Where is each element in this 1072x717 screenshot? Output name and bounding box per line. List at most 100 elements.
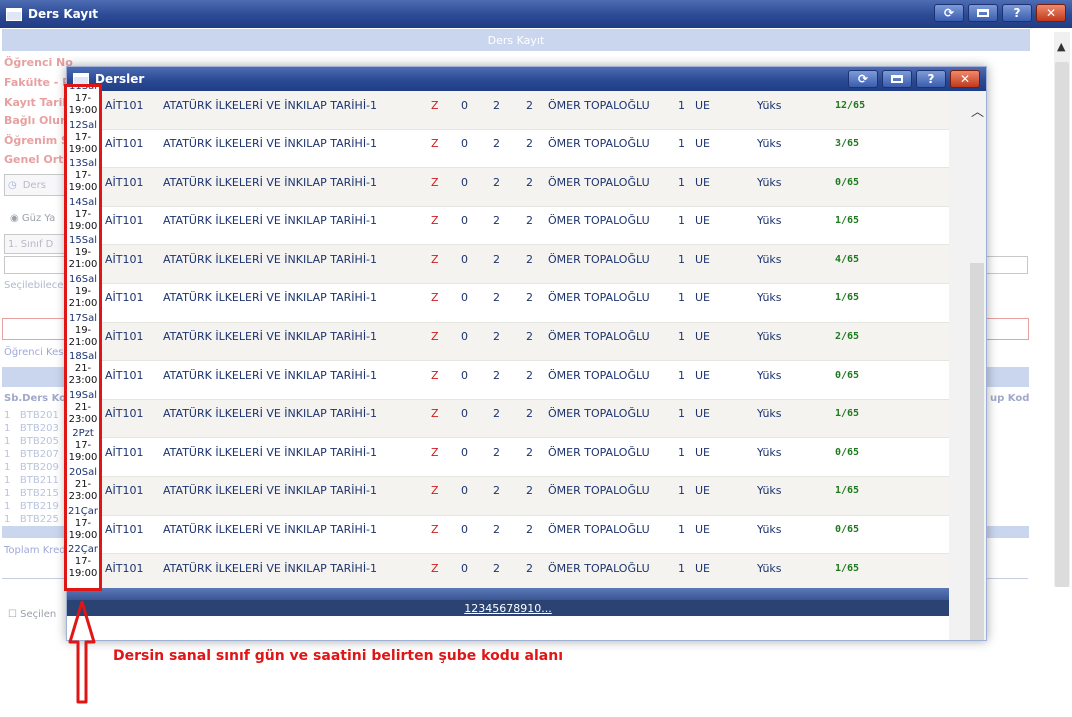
course-sinif: 1 bbox=[678, 137, 685, 151]
course-capacity: 4/65 bbox=[835, 253, 860, 265]
shube-time: 19:00 bbox=[68, 105, 98, 116]
course-z: Z bbox=[431, 98, 439, 112]
dialog-help-button[interactable]: ? bbox=[916, 70, 946, 88]
outer-scrollbar-thumb[interactable] bbox=[1055, 62, 1069, 587]
course-sinif: 1 bbox=[678, 484, 685, 498]
course-list-row[interactable]: 1 BTB219 bbox=[4, 501, 59, 512]
sinif-button[interactable]: 1. Sınıf D bbox=[4, 234, 66, 254]
ders-button[interactable]: ◷ Ders bbox=[4, 174, 66, 196]
course-theory: 0 bbox=[461, 214, 468, 228]
table-row[interactable]: AİT101 ATATÜRK İLKELERİ VE İNKILAP TARİHİ… bbox=[67, 322, 949, 362]
course-credit: 2 bbox=[493, 330, 500, 344]
course-type: Yüks bbox=[757, 484, 782, 498]
table-row[interactable]: AİT101 ATATÜRK İLKELERİ VE İNKILAP TARİHİ… bbox=[67, 168, 949, 207]
table-row[interactable]: AİT101 ATATÜRK İLKELERİ VE İNKILAP TARİHİ… bbox=[67, 399, 949, 439]
pager-page-link[interactable]: 2 bbox=[471, 602, 478, 615]
message-box-right bbox=[985, 318, 1029, 340]
pager-page-link[interactable]: 1 bbox=[464, 602, 471, 615]
secilen-checkbox[interactable]: ☐ Seçilen bbox=[8, 609, 56, 620]
course-capacity: 1/65 bbox=[835, 408, 860, 420]
shube-time: 23:00 bbox=[68, 413, 98, 425]
pager-page-link[interactable]: 6 bbox=[499, 602, 506, 615]
table-row[interactable]: AİT101 ATATÜRK İLKELERİ VE İNKILAP TARİHİ… bbox=[67, 129, 949, 169]
pager-page-link[interactable]: 7 bbox=[506, 602, 513, 615]
guz-radio[interactable]: ◉ Güz Ya bbox=[10, 213, 55, 224]
refresh-button[interactable]: ⟳ bbox=[934, 4, 964, 22]
list-header-bar-right bbox=[985, 367, 1029, 387]
chevron-up-icon[interactable]: ▲ bbox=[1057, 40, 1065, 53]
pager-page-link[interactable]: 9 bbox=[520, 602, 527, 615]
shube-code-cell: 11Sal 17- 19:00 bbox=[67, 87, 99, 120]
shube-time: 21:00 bbox=[68, 336, 98, 348]
table-row[interactable]: AİT101 ATATÜRK İLKELERİ VE İNKILAP TARİHİ… bbox=[67, 245, 949, 284]
course-list-row[interactable]: 1 BTB211 bbox=[4, 475, 59, 486]
course-list-row[interactable]: 1 BTB225 bbox=[4, 514, 59, 525]
course-ue: UE bbox=[695, 252, 711, 266]
pager-page-link[interactable]: 4 bbox=[485, 602, 492, 615]
chevron-up-icon[interactable]: ︿ bbox=[971, 101, 984, 120]
message-box bbox=[2, 318, 66, 340]
shube-time: 21:00 bbox=[68, 297, 98, 309]
pager-page-link[interactable]: 5 bbox=[492, 602, 499, 615]
help-button[interactable]: ? bbox=[1002, 4, 1032, 22]
course-list-row[interactable]: 1 BTB215 bbox=[4, 488, 59, 499]
course-ue: UE bbox=[695, 523, 711, 537]
course-theory: 0 bbox=[461, 484, 468, 498]
filter-input[interactable] bbox=[4, 256, 66, 274]
course-credit: 2 bbox=[493, 561, 500, 575]
pager-page-link[interactable]: 8 bbox=[513, 602, 520, 615]
course-code: AİT101 bbox=[105, 137, 144, 151]
course-type: Yüks bbox=[757, 252, 782, 266]
filter-input-right[interactable] bbox=[985, 256, 1028, 274]
dialog-scrollbar[interactable]: ︿ bbox=[949, 91, 986, 640]
shube-time: 21:00 bbox=[68, 259, 98, 271]
table-row[interactable]: AİT101 ATATÜRK İLKELERİ VE İNKILAP TARİHİ… bbox=[67, 515, 949, 555]
shube-time: 23:00 bbox=[68, 490, 98, 502]
maximize-button[interactable] bbox=[968, 4, 998, 22]
course-list-row[interactable]: 1 BTB205 bbox=[4, 436, 59, 447]
course-z: Z bbox=[431, 561, 439, 575]
course-list-row[interactable]: 1 BTB201 bbox=[4, 410, 59, 421]
shube-code-column: 11Sal 17- 19:00 12Sal 17- 19:00 13Sal 17- 19:00 1… bbox=[67, 87, 99, 583]
label-genel-ortalama: Genel Orta bbox=[4, 153, 71, 166]
course-table: AİT101 ATATÜRK İLKELERİ VE İNKILAP TARİHİ… bbox=[67, 91, 949, 593]
secilebilecek-label: Seçilebilece bbox=[4, 280, 64, 291]
shube-time: 17- bbox=[74, 440, 92, 452]
course-ects: 2 bbox=[526, 368, 533, 382]
course-capacity: 2/65 bbox=[835, 331, 860, 343]
course-theory: 0 bbox=[461, 523, 468, 537]
dialog-refresh-button[interactable]: ⟳ bbox=[848, 70, 878, 88]
up-arrow-icon bbox=[68, 600, 96, 704]
dialog-close-button[interactable]: ✕ bbox=[950, 70, 980, 88]
course-teacher: ÖMER TOPALOĞLU bbox=[548, 523, 650, 537]
course-list-row[interactable]: 1 BTB207 bbox=[4, 449, 59, 460]
table-row[interactable]: AİT101 ATATÜRK İLKELERİ VE İNKILAP TARİHİ… bbox=[67, 206, 949, 246]
pager-page-link[interactable]: 3 bbox=[478, 602, 485, 615]
course-ects: 2 bbox=[526, 561, 533, 575]
table-row[interactable]: AİT101 ATATÜRK İLKELERİ VE İNKILAP TARİHİ… bbox=[67, 476, 949, 516]
course-list-row[interactable]: 1 BTB209 bbox=[4, 462, 59, 473]
course-name: ATATÜRK İLKELERİ VE İNKILAP TARİHİ-1 bbox=[163, 175, 378, 189]
course-capacity: 0/65 bbox=[835, 524, 860, 536]
pager-page-link[interactable]: ... bbox=[541, 602, 552, 615]
dialog-scrollbar-thumb[interactable] bbox=[970, 263, 984, 640]
close-button[interactable]: ✕ bbox=[1036, 4, 1066, 22]
table-row[interactable]: AİT101 ATATÜRK İLKELERİ VE İNKILAP TARİHİ… bbox=[67, 283, 949, 323]
pager-page-link[interactable]: 10 bbox=[527, 602, 541, 615]
course-theory: 0 bbox=[461, 291, 468, 305]
table-row[interactable]: AİT101 ATATÜRK İLKELERİ VE İNKILAP TARİHİ… bbox=[67, 554, 949, 593]
dialog-maximize-button[interactable] bbox=[882, 70, 912, 88]
shube-time: 19- bbox=[74, 285, 92, 297]
course-type: Yüks bbox=[757, 214, 782, 228]
course-theory: 0 bbox=[461, 330, 468, 344]
outer-scrollbar[interactable]: ▲ bbox=[1054, 32, 1070, 587]
course-ue: UE bbox=[695, 137, 711, 151]
table-row[interactable]: AİT101 ATATÜRK İLKELERİ VE İNKILAP TARİHİ… bbox=[67, 91, 949, 130]
table-row[interactable]: AİT101 ATATÜRK İLKELERİ VE İNKILAP TARİHİ… bbox=[67, 438, 949, 477]
table-row[interactable]: AİT101 ATATÜRK İLKELERİ VE İNKILAP TARİHİ… bbox=[67, 361, 949, 400]
course-list-row[interactable]: 1 BTB203 bbox=[4, 423, 59, 434]
course-code: AİT101 bbox=[105, 175, 144, 189]
course-type: Yüks bbox=[757, 330, 782, 344]
course-name: ATATÜRK İLKELERİ VE İNKILAP TARİHİ-1 bbox=[163, 137, 378, 151]
course-theory: 0 bbox=[461, 561, 468, 575]
